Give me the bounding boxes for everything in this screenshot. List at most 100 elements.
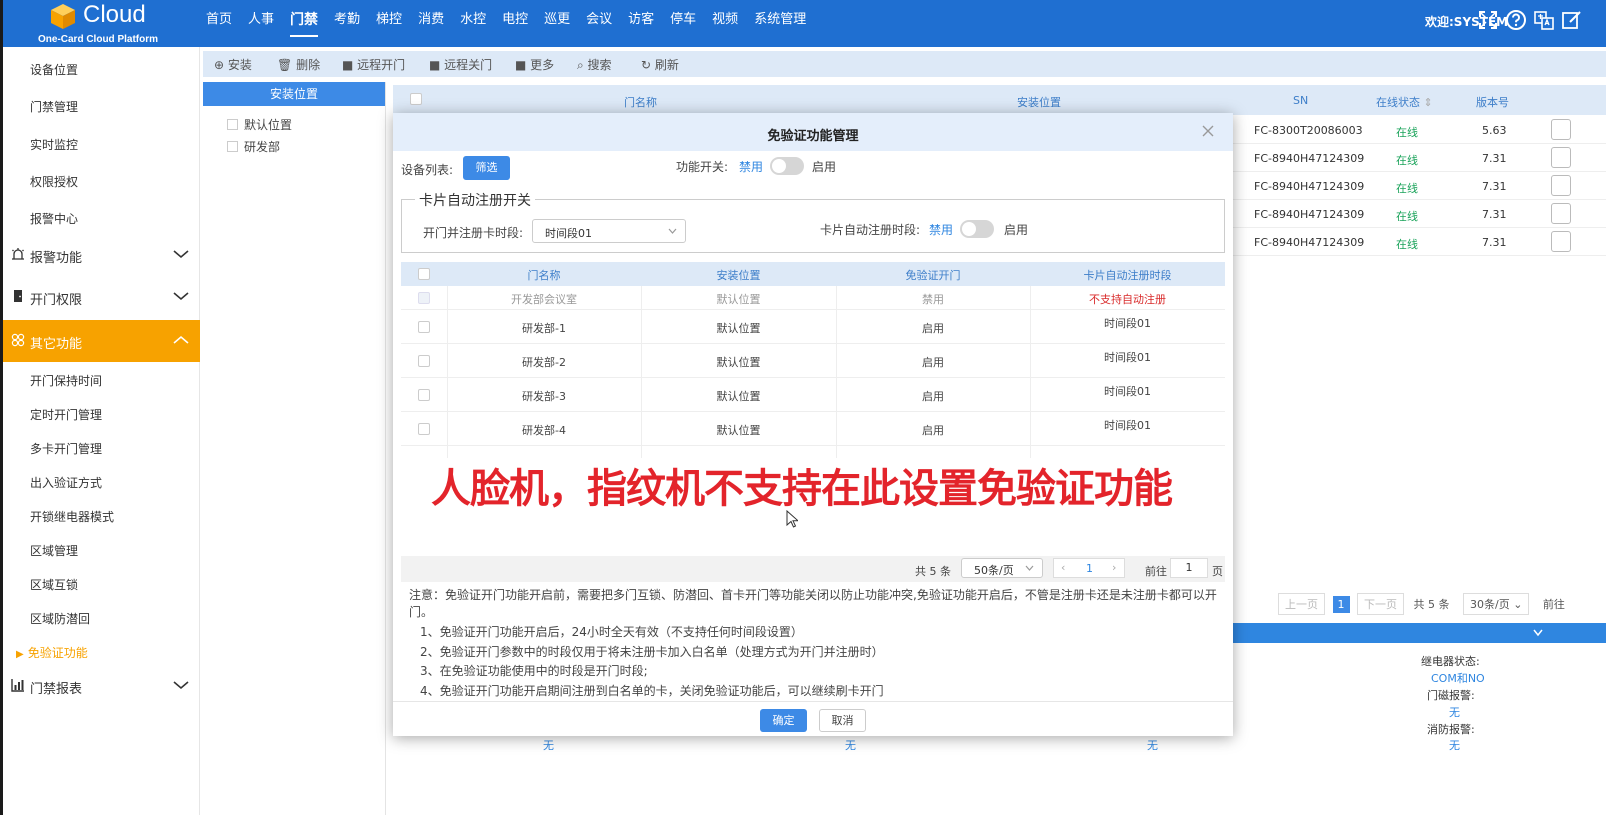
tree-item-rnd[interactable]: 研发部 — [227, 138, 280, 155]
device-table-header: 门名称 安装位置 SN 在线状态 ⇕ 版本号 — [393, 85, 1606, 115]
nav-patrol[interactable]: 巡更 — [536, 0, 578, 47]
page-1-button[interactable]: 1 — [1332, 596, 1350, 613]
row-action-button[interactable] — [1551, 231, 1571, 252]
language-icon[interactable] — [1533, 9, 1555, 31]
sidebar-item-door-management[interactable]: 门禁管理 — [30, 98, 78, 115]
next-page-button[interactable]: 下一页 — [1357, 593, 1404, 615]
sidebar-item-relay-mode[interactable]: 开锁继电器模式 — [30, 508, 114, 525]
row-action-button[interactable] — [1551, 203, 1571, 224]
tree-item-default[interactable]: 默认位置 — [227, 116, 292, 133]
select-all-checkbox[interactable] — [418, 268, 430, 280]
sidebar-group-access-report[interactable]: 门禁报表 — [3, 665, 200, 707]
remote-open-button[interactable]: ■ 远程开门 — [342, 56, 405, 73]
auto-register-on-label: 启用 — [1004, 223, 1029, 237]
nav-water[interactable]: 水控 — [452, 0, 494, 47]
close-icon[interactable] — [1201, 124, 1215, 138]
chevron-down-icon — [1025, 565, 1034, 571]
nav-access-control[interactable]: 门禁 — [282, 0, 326, 47]
nav-elevator[interactable]: 梯控 — [368, 0, 410, 47]
current-page[interactable]: 1 — [1086, 562, 1093, 575]
remote-close-button[interactable]: ■ 远程关门 — [429, 56, 492, 73]
select-all-checkbox[interactable] — [410, 93, 422, 105]
row-action-button[interactable] — [1551, 175, 1571, 196]
more-button[interactable]: ■ 更多 — [515, 56, 554, 73]
nav-meeting[interactable]: 会议 — [578, 0, 620, 47]
col-status[interactable]: 在线状态 ⇕ — [1376, 94, 1433, 110]
more-label: 更多 — [530, 58, 555, 72]
ok-button[interactable]: 确定 — [760, 709, 807, 732]
sidebar-item-area-management[interactable]: 区域管理 — [30, 542, 78, 559]
nav-parking[interactable]: 停车 — [662, 0, 704, 47]
table-row[interactable]: 研发部-2 默认位置 启用 时间段01 — [401, 344, 1225, 378]
sidebar-item-anti-passback[interactable]: 区域防潜回 — [30, 610, 90, 627]
fullscreen-icon[interactable] — [1477, 9, 1499, 31]
cell-auto-register-period[interactable]: 时间段01 — [1030, 349, 1225, 365]
filter-button[interactable]: 筛选 — [463, 156, 510, 180]
row-checkbox[interactable] — [418, 321, 430, 333]
sidebar-item-door-hold-time[interactable]: 开门保持时间 — [30, 372, 102, 389]
table-row[interactable]: 研发部-1 默认位置 启用 时间段01 — [401, 310, 1225, 344]
checkbox[interactable] — [227, 141, 238, 152]
cell-location: 默认位置 — [716, 356, 761, 369]
nav-system[interactable]: 系统管理 — [746, 0, 814, 47]
edit-icon[interactable] — [1561, 9, 1583, 31]
next-page-icon[interactable]: › — [1112, 561, 1116, 574]
note-item: 4、免验证开门功能开启期间注册到白名单的卡，关闭免验证功能后，可以继续刷卡开门 — [420, 684, 884, 698]
sidebar-group-door-permission[interactable]: 开门权限 — [3, 276, 200, 318]
nav-power[interactable]: 电控 — [494, 0, 536, 47]
row-checkbox[interactable] — [418, 423, 430, 435]
cell-status: 在线 — [1396, 182, 1418, 195]
search-button[interactable]: ⌕ 搜索 — [577, 56, 612, 73]
note-item: 3、在免验证功能使用中的时段是开门时段; — [420, 664, 648, 678]
row-action-button[interactable] — [1551, 147, 1571, 168]
nav-home[interactable]: 首页 — [198, 0, 240, 47]
nav-video[interactable]: 视频 — [704, 0, 746, 47]
sidebar-item-device-location[interactable]: 设备位置 — [30, 61, 78, 78]
nav-visitor[interactable]: 访客 — [620, 0, 662, 47]
table-row[interactable]: 研发部-3 默认位置 启用 时间段01 — [401, 378, 1225, 412]
page-size-select[interactable]: 50条/页 — [961, 558, 1043, 578]
detail-panel-header[interactable] — [1233, 623, 1606, 643]
row-checkbox[interactable] — [418, 355, 430, 367]
cell-verify-free: 禁用 — [922, 293, 944, 306]
sidebar-item-verify-free[interactable]: ▶ 免验证功能 — [16, 644, 88, 661]
sidebar-item-alarm-center[interactable]: 报警中心 — [30, 210, 78, 227]
col-sn: SN — [1293, 94, 1309, 107]
cell-verify-free: 启用 — [922, 322, 944, 335]
nav-attendance[interactable]: 考勤 — [326, 0, 368, 47]
fire-alarm-label: 消防报警: — [1427, 723, 1475, 736]
sidebar-group-alarm[interactable]: 报警功能 — [3, 234, 200, 276]
prev-page-button[interactable]: 上一页 — [1278, 593, 1325, 615]
sidebar-item-authorization[interactable]: 权限授权 — [30, 173, 78, 190]
page-size-select[interactable]: 30条/页 ⌄ — [1463, 593, 1530, 615]
search-icon: ⌕ — [577, 58, 588, 72]
cell-location: 默认位置 — [716, 322, 761, 335]
cancel-button[interactable]: 取消 — [819, 709, 866, 732]
checkbox[interactable] — [227, 119, 238, 130]
delete-button[interactable]: 🗑 删除 — [277, 56, 320, 73]
prev-page-icon[interactable]: ‹ — [1061, 561, 1065, 574]
sidebar-item-multi-card-open[interactable]: 多卡开门管理 — [30, 440, 102, 457]
sidebar-item-realtime-monitor[interactable]: 实时监控 — [30, 136, 78, 153]
sidebar-item-verify-mode[interactable]: 出入验证方式 — [30, 474, 102, 491]
nav-consumption[interactable]: 消费 — [410, 0, 452, 47]
nav-hr[interactable]: 人事 — [240, 0, 282, 47]
row-action-button[interactable] — [1551, 119, 1571, 140]
table-row[interactable]: 研发部-4 默认位置 启用 时间段01 — [401, 412, 1225, 446]
auto-register-toggle[interactable] — [960, 220, 994, 238]
cell-auto-register-period[interactable]: 时间段01 — [1030, 315, 1225, 331]
install-button[interactable]: ⊕ 安装 — [214, 56, 252, 73]
refresh-button[interactable]: ↻ 刷新 — [641, 56, 679, 73]
row-checkbox[interactable] — [418, 389, 430, 401]
goto-page-input[interactable]: 1 — [1170, 558, 1208, 578]
sidebar-item-scheduled-open[interactable]: 定时开门管理 — [30, 406, 102, 423]
help-icon[interactable] — [1505, 9, 1527, 31]
chevron-down-icon — [668, 228, 677, 234]
sidebar-item-area-interlock[interactable]: 区域互锁 — [30, 576, 78, 593]
cell-auto-register-period[interactable]: 时间段01 — [1030, 383, 1225, 399]
cell-auto-register-period[interactable]: 时间段01 — [1030, 417, 1225, 433]
open-register-period-select[interactable]: 时间段01 — [532, 219, 686, 243]
sidebar-group-other-functions[interactable]: 其它功能 — [3, 320, 200, 362]
function-toggle[interactable] — [770, 157, 804, 175]
remote-close-label: 远程关门 — [444, 58, 493, 72]
